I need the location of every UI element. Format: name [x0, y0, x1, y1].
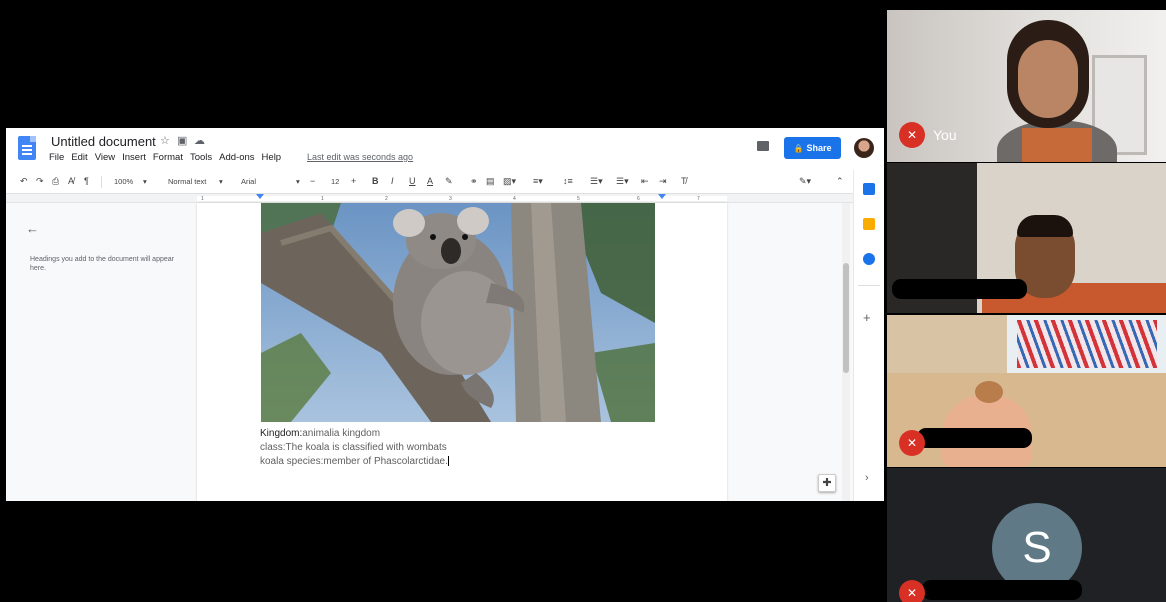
redacted-name — [917, 428, 1032, 448]
docs-header: Untitled document ☆ ▣ ☁ File Edit View I… — [6, 128, 884, 170]
menu-edit[interactable]: Edit — [71, 152, 87, 163]
mic-off-icon: ✕ — [899, 580, 925, 602]
formatting-toolbar: ↶ ↷ ⎙ A̸ ¶ 100% ▾ Normal text ▾ Arial ▾ … — [6, 170, 884, 194]
editing-mode-icon[interactable]: ✎▾ — [799, 176, 811, 187]
menu-help[interactable]: Help — [262, 152, 282, 163]
tasks-icon[interactable] — [863, 253, 875, 265]
underline-icon[interactable]: U — [409, 176, 416, 186]
koala-image[interactable] — [261, 203, 655, 422]
redacted-name — [922, 580, 1082, 600]
style-select[interactable]: Normal text — [168, 177, 206, 186]
account-avatar[interactable] — [854, 138, 874, 158]
left-indent-marker[interactable] — [256, 194, 264, 199]
docs-logo-icon[interactable] — [18, 136, 36, 160]
link-icon[interactable]: ⚭ — [470, 176, 478, 187]
clear-formatting-icon[interactable]: T̸ — [681, 176, 687, 186]
calendar-icon[interactable] — [863, 183, 875, 195]
comment-icon[interactable]: ▤ — [486, 176, 495, 187]
doc-line-1: Kingdom:animalia kingdom — [260, 428, 381, 439]
menu-format[interactable]: Format — [153, 152, 183, 163]
menu-insert[interactable]: Insert — [122, 152, 146, 163]
meet-stage: Untitled document ☆ ▣ ☁ File Edit View I… — [0, 0, 1166, 602]
comment-history-icon[interactable] — [757, 141, 769, 151]
lock-icon: 🔒 — [793, 144, 804, 153]
move-folder-icon[interactable]: ▣ — [177, 134, 187, 147]
menu-file[interactable]: File — [49, 152, 64, 163]
style-dropdown-icon[interactable]: ▾ — [219, 177, 223, 186]
shared-docs-window: Untitled document ☆ ▣ ☁ File Edit View I… — [6, 128, 884, 501]
participant-tile-4[interactable]: S ✕ — [887, 468, 1166, 602]
highlight-icon[interactable]: ✎ — [445, 176, 453, 187]
bold-icon[interactable]: B — [372, 176, 379, 186]
checklist-icon[interactable]: ☰▾ — [590, 176, 603, 187]
font-size-input[interactable]: 12 — [331, 177, 339, 186]
decrease-font-size-icon[interactable]: − — [310, 176, 315, 186]
decrease-indent-icon[interactable]: ⇤ — [641, 176, 649, 187]
get-addons-icon[interactable]: + — [863, 310, 871, 325]
menu-bar: File Edit View Insert Format Tools Add-o… — [49, 152, 281, 163]
undo-icon[interactable]: ↶ — [20, 176, 28, 187]
redacted-name — [892, 279, 1027, 299]
redo-icon[interactable]: ↷ — [36, 176, 44, 187]
menu-addons[interactable]: Add-ons — [219, 152, 254, 163]
zoom-dropdown-icon[interactable]: ▾ — [143, 177, 147, 186]
cloud-saved-icon: ☁ — [194, 135, 205, 147]
line-spacing-icon[interactable]: ↕≡ — [563, 176, 573, 186]
star-icon[interactable]: ☆ — [160, 134, 170, 147]
paint-format-icon[interactable]: ¶ — [84, 176, 89, 186]
right-indent-marker[interactable] — [658, 194, 666, 199]
share-label: Share — [806, 143, 832, 153]
scroll-thumb[interactable] — [843, 263, 849, 373]
text-cursor — [447, 456, 449, 467]
font-dropdown-icon[interactable]: ▾ — [296, 177, 300, 186]
image-icon[interactable]: ▨▾ — [503, 176, 516, 187]
align-icon[interactable]: ≡▾ — [533, 176, 543, 187]
increase-indent-icon[interactable]: ⇥ — [659, 176, 667, 187]
document-body-text[interactable]: Kingdom:animalia kingdom class:The koala… — [260, 427, 449, 469]
keep-icon[interactable] — [863, 218, 875, 230]
mic-off-icon: ✕ — [899, 122, 925, 148]
doc-line-3: koala species:member of Phascolarctidae. — [260, 456, 449, 467]
side-addons-panel: + › — [853, 170, 884, 501]
menu-view[interactable]: View — [95, 152, 115, 163]
share-button[interactable]: 🔒 Share — [784, 137, 841, 159]
spellcheck-icon[interactable]: A̸ — [68, 176, 74, 186]
last-edit-link[interactable]: Last edit was seconds ago — [307, 152, 413, 162]
expand-panel-icon[interactable]: › — [865, 472, 869, 484]
zoom-select[interactable]: 100% — [114, 177, 133, 186]
text-color-icon[interactable]: A — [427, 176, 433, 186]
document-title[interactable]: Untitled document — [51, 134, 156, 149]
bulleted-list-icon[interactable]: ☰▾ — [616, 176, 629, 187]
outline-hint-text: Headings you add to the document will ap… — [30, 256, 174, 272]
italic-icon[interactable]: I — [391, 176, 394, 186]
document-page[interactable]: Kingdom:animalia kingdom class:The koala… — [197, 203, 727, 501]
menu-tools[interactable]: Tools — [190, 152, 212, 163]
explore-button[interactable]: ✚ — [818, 474, 836, 492]
participant-tile-you[interactable]: ✕ You — [887, 10, 1166, 162]
doc-line-2: class:The koala is classified with womba… — [260, 442, 447, 453]
font-select[interactable]: Arial — [241, 177, 256, 186]
close-outline-arrow-icon[interactable]: ← — [26, 221, 39, 236]
participant-name: You — [933, 127, 957, 143]
participant-tile-2[interactable] — [887, 163, 1166, 313]
document-outline-panel: ← Headings you add to the document will … — [6, 203, 196, 501]
increase-font-size-icon[interactable]: + — [351, 176, 356, 186]
horizontal-ruler: 1 1 2 3 4 5 6 7 — [6, 194, 884, 203]
koala-photo-svg — [261, 203, 655, 422]
document-scrollbar[interactable] — [842, 203, 850, 501]
participant-tile-3[interactable]: ✕ — [887, 315, 1166, 467]
mic-off-icon: ✕ — [899, 430, 925, 456]
collapse-menus-icon[interactable]: ⌃ — [836, 176, 844, 187]
print-icon[interactable]: ⎙ — [52, 176, 59, 187]
